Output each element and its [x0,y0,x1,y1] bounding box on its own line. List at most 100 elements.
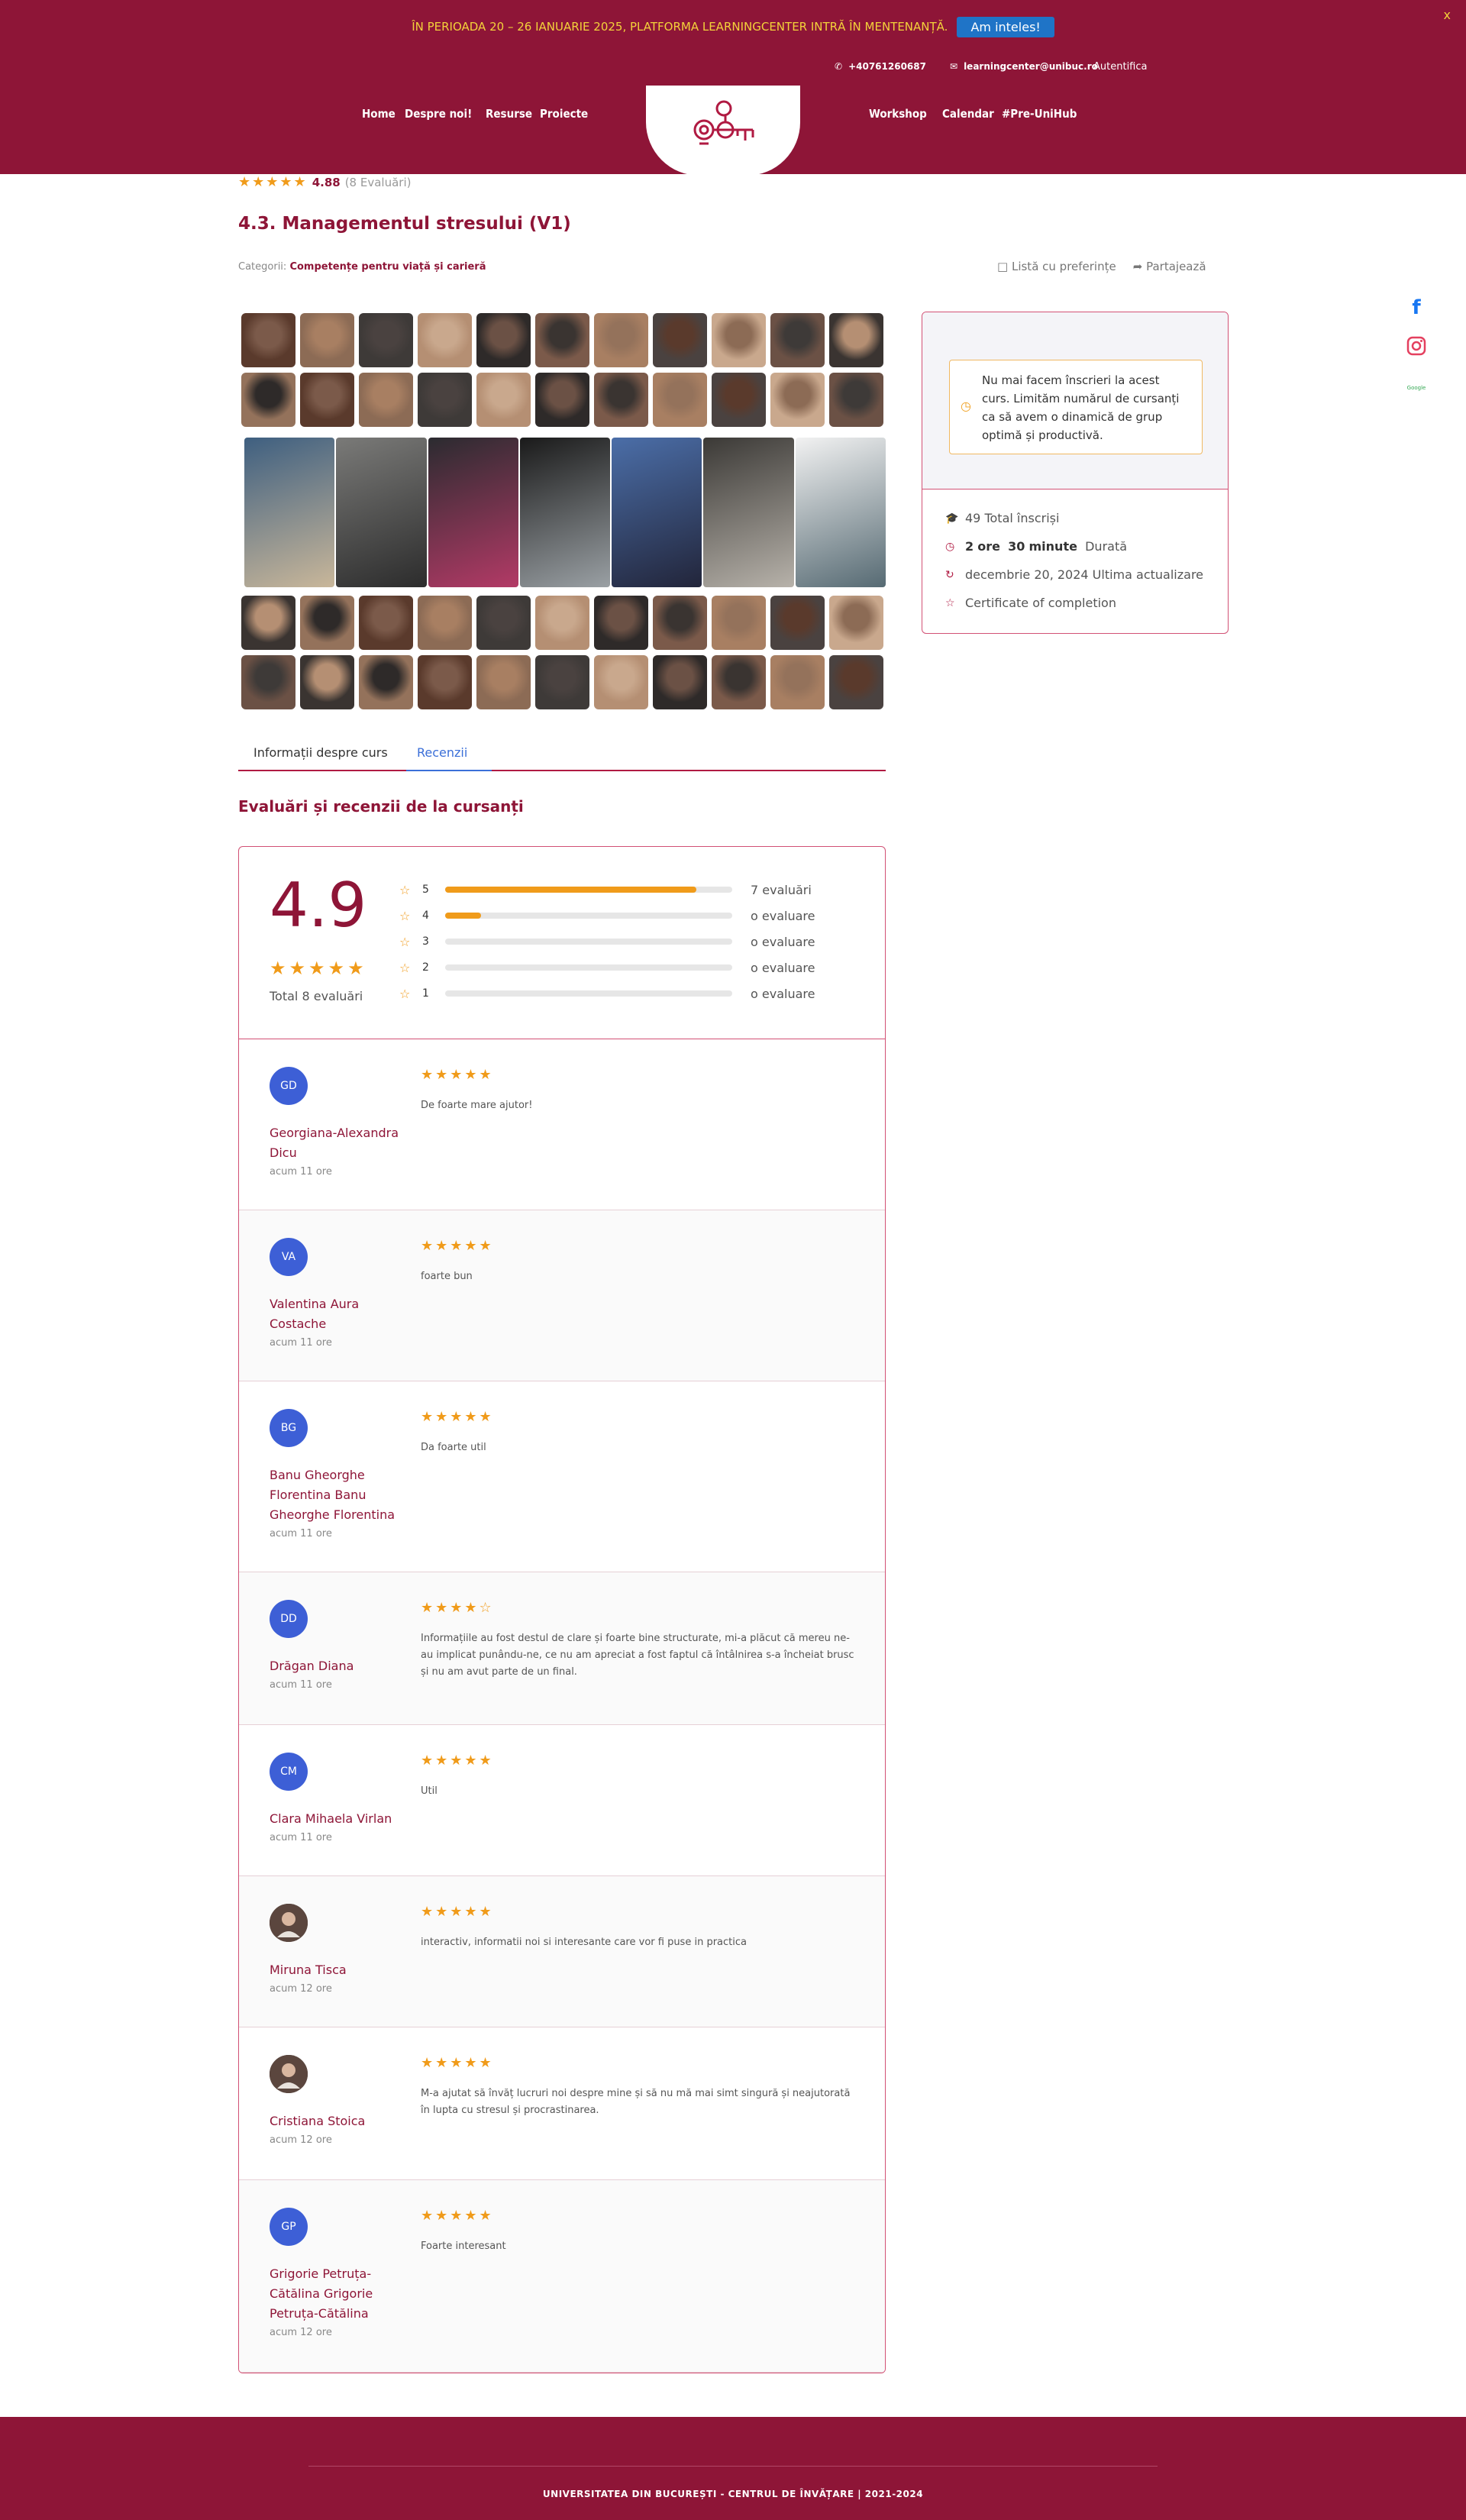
review-text: interactiv, informatii noi si interesant… [421,1937,747,1948]
portrait-thumbnail [829,655,883,709]
wishlist-label: Listă cu preferințe [1011,260,1116,273]
wishlist-button[interactable]: □ Listă cu preferințe [997,260,1116,273]
rating-distribution-row: ☆ 3 o evaluare [399,934,857,949]
dist-label: o evaluare [751,960,815,975]
star-outline-icon: ☆ [399,908,411,923]
site-footer: UNIVERSITATEA DIN BUCUREȘTI - CENTRUL DE… [0,2417,1466,2520]
notice-accept-button[interactable]: Am inteles! [957,16,1054,37]
reviewer-name: Cristiana Stoica [270,2114,366,2128]
review-text: foarte bun [421,1271,473,1282]
email-text: learningcenter@unibuc.ro [964,61,1098,72]
portrait-thumbnail [594,596,648,650]
portrait-thumbnail [712,373,766,427]
review-text: Util [421,1785,438,1797]
portrait-thumbnail [418,313,472,367]
nav-projects[interactable]: Proiecte [540,107,588,121]
category-label: Categorii: [238,261,287,273]
review-time: acum 11 ore [270,1832,332,1843]
review-time: acum 12 ore [270,2134,332,2146]
enrolled-text: 49 Total înscriși [965,511,1060,525]
alert-text: Nu mai facem înscrieri la acest curs. Li… [982,373,1180,442]
portrait-thumbnail [418,596,472,650]
footer-copyright: UNIVERSITATEA DIN BUCUREȘTI - CENTRUL DE… [542,2489,924,2499]
review-item: CM Clara Mihaela Virlan acum 11 ore ★★★★★ Ut… [239,1725,885,1876]
dist-star-count: 5 [422,884,429,896]
enrollment-closed-alert: ◷ Nu mai facem înscrieri la acest curs. … [949,360,1203,454]
review-time: acum 11 ore [270,1337,332,1349]
nav-resources[interactable]: Resurse [486,107,532,121]
portrait-thumbnail [241,373,295,427]
dist-star-count: 1 [422,987,429,1000]
phone-text: +40761260687 [848,61,926,72]
site-logo[interactable] [646,86,800,176]
avatar-initials: VA [281,1251,296,1263]
category-link[interactable]: Competențe pentru viață și carieră [289,261,486,273]
portrait-thumbnail [829,313,883,367]
review-stars: ★★★★★ [421,1753,494,1769]
share-button[interactable]: ➦ Partajează [1133,260,1206,273]
phone-photo [336,438,427,587]
phone-photo [795,438,886,587]
facebook-icon[interactable]: f [1397,296,1435,319]
duration-hours: 2 [965,539,974,554]
nav-home[interactable]: Home [362,107,396,121]
dist-bar-track [445,887,732,893]
google-icon[interactable]: Google [1397,385,1435,391]
nav-preunihub[interactable]: #Pre-UniHub [1002,107,1077,121]
notice-close-button[interactable]: x [1444,8,1451,22]
enrollment-panel: ◷ Nu mai facem înscrieri la acest curs. … [922,312,1228,489]
bookmark-icon: □ [997,260,1009,273]
login-link[interactable]: Autentifica [1093,61,1147,73]
instagram-icon[interactable] [1397,336,1435,359]
portrait-thumbnail [359,313,413,367]
reviewer-avatar [270,2055,308,2093]
course-actions: □ Listă cu preferințe ➦ Partajează [997,260,1206,273]
rating-stars: ★★★★★ [238,174,308,190]
portrait-thumbnail [241,655,295,709]
portrait-thumbnail [829,596,883,650]
meta-enrolled: 🎓 49 Total înscriși [945,511,1059,525]
review-time: acum 12 ore [270,1983,332,1995]
portrait-thumbnail [653,596,707,650]
review-item: BG Banu Gheorghe Florentina Banu Gheorghe… [239,1381,885,1572]
phone-link[interactable]: ✆ +40761260687 [835,61,926,72]
reviewer-name: Georgiana-Alexandra Dicu [270,1126,399,1160]
dist-label: o evaluare [751,934,815,949]
tab-info[interactable]: Informații despre curs [253,745,388,760]
review-stars: ★★★★★ [421,1238,494,1254]
meta-certificate: ☆ Certificate of completion [945,596,1116,610]
star-outline-icon: ☆ [399,986,411,1001]
portrait-thumbnail [359,596,413,650]
reviews-title: Evaluări și recenzii de la cursanți [238,797,524,816]
meta-duration: ◷ 2 ore 30 minute Durată [945,539,1127,554]
tab-reviews[interactable]: Recenzii [417,745,467,760]
portrait-thumbnail [770,655,825,709]
portrait-thumbnail [712,655,766,709]
clock-icon: ◷ [961,399,971,413]
duration-label: Durată [1085,539,1128,554]
nav-about[interactable]: Despre noi! [405,107,472,121]
portrait-thumbnail [300,313,354,367]
reviewer-name: Drăgan Diana [270,1659,354,1673]
key-logo-icon [693,100,754,145]
nav-calendar[interactable]: Calendar [942,107,994,121]
review-time: acum 11 ore [270,1528,332,1539]
portrait-thumbnail [535,655,589,709]
phone-icon: ✆ [835,61,843,72]
review-stars: ★★★★★ [421,2055,494,2071]
email-link[interactable]: ✉ learningcenter@unibuc.ro [950,61,1098,72]
nav-workshop[interactable]: Workshop [869,107,927,121]
star-outline-icon: ☆ [399,934,411,949]
portrait-thumbnail [653,655,707,709]
review-stars: ★★★★★ [421,1409,494,1425]
rating-distribution-row: ☆ 2 o evaluare [399,960,857,975]
portrait-thumbnail [300,373,354,427]
phone-photo [519,438,611,587]
rating-distribution-row: ☆ 4 o evaluare [399,908,857,923]
notice-text: ÎN PERIOADA 20 – 26 IANUARIE 2025, PLATF… [412,20,948,34]
course-tabs: Informații despre curs Recenzii [238,741,886,771]
portrait-thumbnail [535,373,589,427]
review-stars: ★★★★☆ [421,1600,494,1616]
review-item: GP Grigorie Petruța-Cătălina Grigorie Pet… [239,2180,885,2373]
reviewer-name: Valentina Aura Costache [270,1297,360,1331]
